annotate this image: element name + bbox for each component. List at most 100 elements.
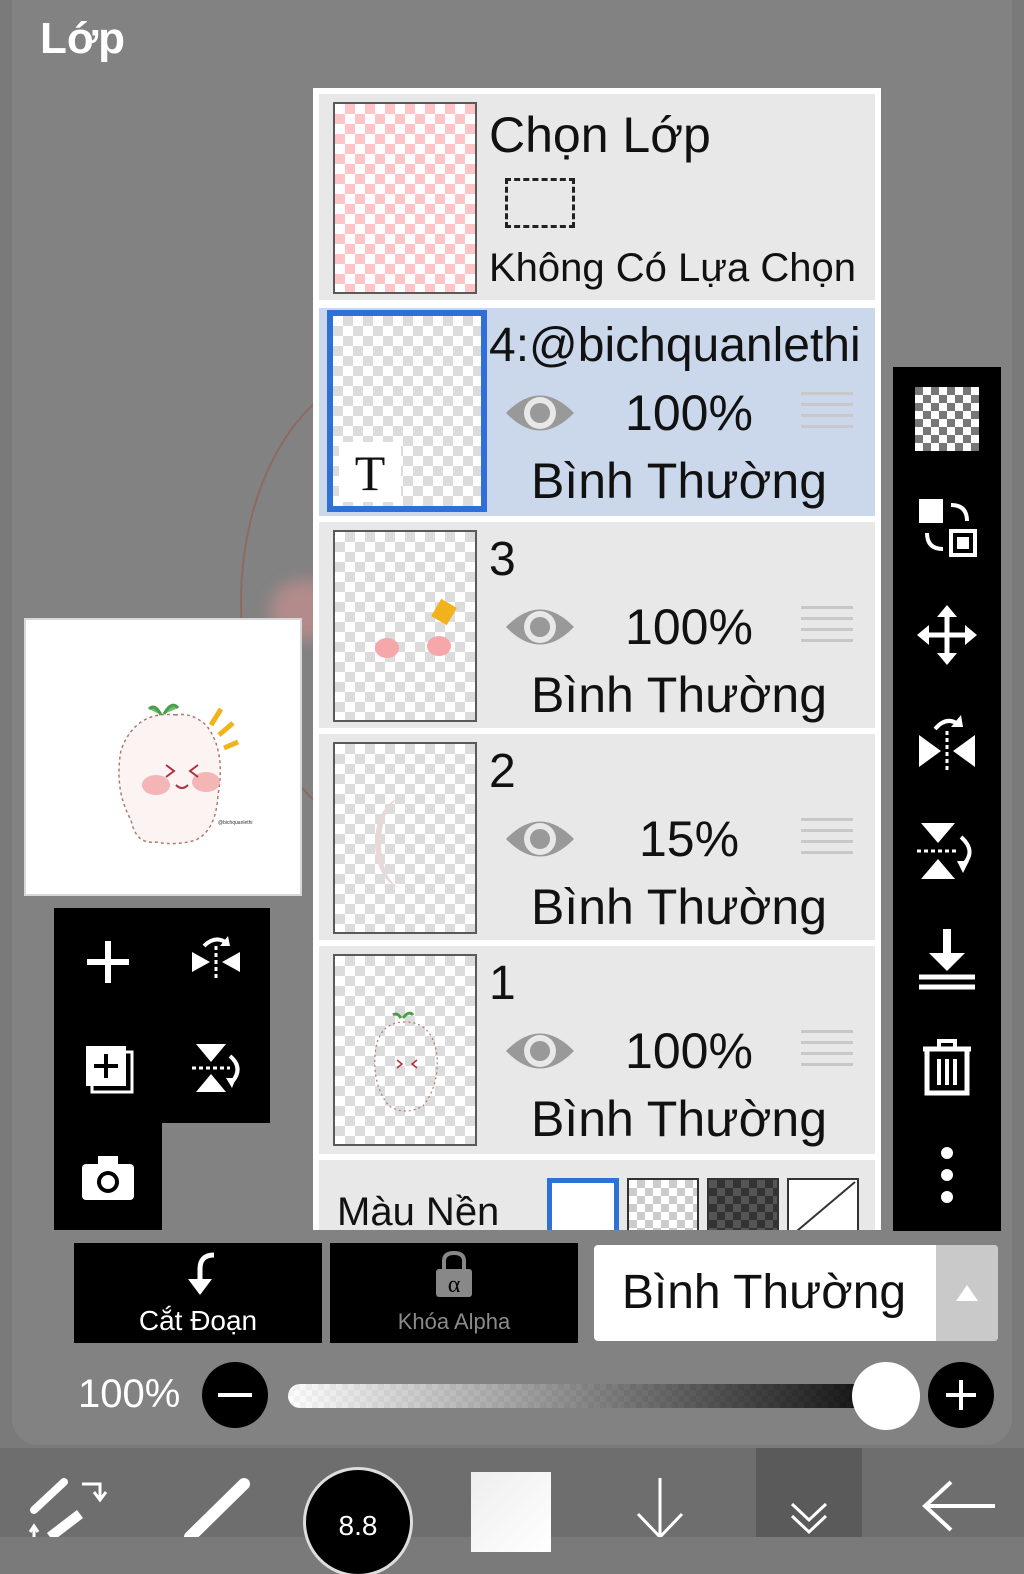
thumbnail-blush xyxy=(427,636,451,656)
layer-blend-mode: Bình Thường xyxy=(530,879,828,935)
thumbnail-sparkle xyxy=(431,598,457,626)
brush-nav-button[interactable] xyxy=(160,1448,270,1537)
down-nav-button[interactable] xyxy=(610,1448,710,1537)
svg-text:@bichquanlethi: @bichquanlethi xyxy=(218,820,253,826)
visibility-eye-icon[interactable] xyxy=(503,1026,577,1076)
layer-row[interactable]: 3 100% Bình Thường xyxy=(319,522,875,728)
clip-arrow-icon xyxy=(188,1252,215,1295)
layer-thumbnail xyxy=(333,742,477,934)
delete-layer-button[interactable] xyxy=(907,1027,987,1107)
selection-layer-row[interactable]: Chọn Lớp Không Có Lựa Chọn xyxy=(319,94,875,300)
layer-name: 2 xyxy=(489,745,516,798)
more-options-button[interactable] xyxy=(907,1135,987,1215)
add-layer-button[interactable] xyxy=(68,922,148,1002)
visibility-eye-icon[interactable] xyxy=(503,814,577,864)
selection-marquee-icon xyxy=(505,178,575,228)
triangle-up-icon xyxy=(956,1285,978,1301)
opacity-decrease-button[interactable] xyxy=(202,1362,268,1428)
lock-icon: α xyxy=(436,1250,472,1298)
brush-icon xyxy=(184,1478,250,1537)
add-copy-icon xyxy=(86,1046,134,1094)
drag-handle-icon[interactable] xyxy=(801,818,853,862)
canvas-preview[interactable]: @bichquanlethi xyxy=(24,618,302,896)
move-icon xyxy=(917,605,977,665)
dropdown-arrow-button[interactable] xyxy=(936,1245,998,1341)
plus-icon xyxy=(946,1380,976,1410)
svg-text:α: α xyxy=(448,1272,461,1298)
flip-horizontal-button[interactable] xyxy=(176,922,256,1002)
merge-down-button[interactable] xyxy=(907,919,987,999)
opacity-slider-thumb[interactable] xyxy=(852,1362,920,1430)
opacity-increase-button[interactable] xyxy=(928,1362,994,1428)
background-white-swatch[interactable] xyxy=(547,1178,619,1230)
right-toolbar xyxy=(893,367,1001,1231)
tools-nav-button[interactable] xyxy=(10,1448,120,1537)
layer-row[interactable]: T 4:@bichquanlethi 100% Bình Thường xyxy=(319,308,875,516)
layer-name: 3 xyxy=(489,533,516,586)
visibility-eye-icon[interactable] xyxy=(503,388,577,438)
drag-handle-icon[interactable] xyxy=(801,392,853,436)
clip-button[interactable]: Cắt Đoạn xyxy=(74,1243,322,1343)
layers-nav-button[interactable] xyxy=(756,1448,862,1537)
selection-status: Không Có Lựa Chọn xyxy=(489,246,857,290)
minus-icon xyxy=(218,1393,252,1397)
brush-size-label: 8.8 xyxy=(338,1510,378,1541)
flip-horizontal-icon xyxy=(192,936,240,978)
visibility-eye-icon[interactable] xyxy=(503,602,577,652)
layer-opacity: 15% xyxy=(638,811,740,867)
layer-blend-mode: Bình Thường xyxy=(530,667,828,723)
thumbnail-sketch xyxy=(374,1011,438,1112)
swap-layers-button[interactable] xyxy=(907,487,987,567)
layer-blend-mode: Bình Thường xyxy=(530,453,828,509)
swap-layers-icon xyxy=(919,499,977,557)
background-none-swatch[interactable] xyxy=(787,1178,859,1230)
selection-title: Chọn Lớp xyxy=(489,107,711,163)
blend-mode-value: Bình Thường xyxy=(621,1266,907,1319)
opacity-value: 100% xyxy=(78,1372,181,1416)
layer-row[interactable]: 1 100% Bình Thường xyxy=(319,946,875,1154)
thumbnail-blush xyxy=(375,638,399,658)
opacity-slider[interactable] xyxy=(288,1384,888,1408)
plus-icon xyxy=(87,941,129,983)
layer-thumbnail xyxy=(333,530,477,722)
back-nav-button[interactable] xyxy=(900,1448,1010,1537)
layer-row[interactable]: 2 15% Bình Thường xyxy=(319,734,875,940)
layer-thumbnail xyxy=(333,954,477,1146)
layer-opacity: 100% xyxy=(625,599,753,655)
drag-handle-icon[interactable] xyxy=(801,1030,853,1074)
flip-vertical-button[interactable] xyxy=(176,1028,256,1108)
layer-name: 4:@bichquanlethi xyxy=(489,319,861,372)
camera-button[interactable] xyxy=(68,1138,148,1218)
background-dark-swatch[interactable] xyxy=(707,1178,779,1230)
trash-icon xyxy=(923,1039,971,1096)
layers-icon xyxy=(790,1502,828,1535)
merge-down-icon xyxy=(919,929,975,990)
color-icon xyxy=(471,1472,551,1552)
transparency-button[interactable] xyxy=(907,379,987,459)
bottom-navigation: 8.8 xyxy=(0,1448,1024,1574)
flip-v-button[interactable] xyxy=(907,811,987,891)
drag-handle-icon[interactable] xyxy=(801,606,853,650)
layer-opacity: 100% xyxy=(625,1023,753,1079)
alpha-lock-button[interactable]: α Khóa Alpha xyxy=(330,1243,578,1343)
layer-opacity: 100% xyxy=(625,385,753,441)
add-copy-layer-button[interactable] xyxy=(68,1028,148,1108)
clip-label: Cắt Đoạn xyxy=(138,1305,258,1336)
background-label: Màu Nền xyxy=(337,1190,500,1230)
flip-h-button[interactable] xyxy=(907,703,987,783)
panel-title: Lớp xyxy=(40,14,126,63)
down-arrow-icon xyxy=(636,1478,684,1537)
layer-list: Chọn Lớp Không Có Lựa Chọn T 4:@bichquan… xyxy=(313,88,881,1230)
back-icon xyxy=(922,1480,995,1532)
flip-vertical-icon xyxy=(192,1044,240,1092)
camera-icon xyxy=(82,1156,134,1200)
blend-mode-select[interactable]: Bình Thường xyxy=(594,1245,998,1341)
thumbnail-shading xyxy=(375,798,431,888)
move-button[interactable] xyxy=(907,595,987,675)
brush-size-nav-button[interactable]: 8.8 xyxy=(300,1448,416,1574)
background-transparent-swatch[interactable] xyxy=(627,1178,699,1230)
brush-size-icon: 8.8 xyxy=(306,1470,410,1574)
color-nav-button[interactable] xyxy=(466,1448,556,1552)
more-icon xyxy=(941,1147,953,1203)
preview-character: @bichquanlethi xyxy=(118,703,253,845)
